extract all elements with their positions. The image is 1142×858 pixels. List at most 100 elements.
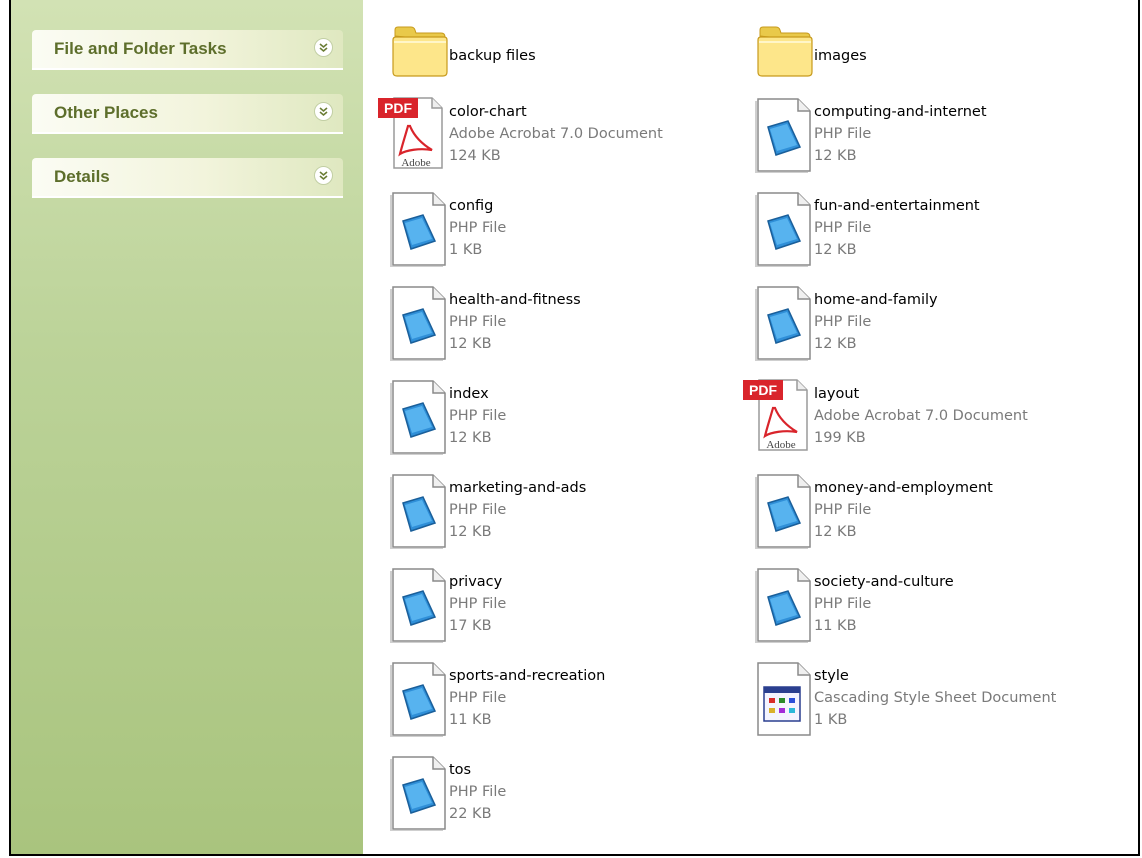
folder-item[interactable]: backup files <box>375 10 745 98</box>
item-text: index PHP File 12 KB <box>449 370 506 458</box>
svg-text:Adobe: Adobe <box>401 157 430 169</box>
php-file-icon <box>375 370 449 458</box>
file-item[interactable]: PDF Adobe color-chart Adobe Acrobat 7.0 D… <box>375 88 745 176</box>
item-text: money-and-employment PHP File 12 KB <box>814 464 993 552</box>
file-item[interactable]: fun-and-entertainment PHP File 12 KB <box>740 182 1110 270</box>
file-item[interactable]: style Cascading Style Sheet Document 1 KB <box>740 652 1110 740</box>
php-file-icon <box>375 182 449 270</box>
item-size: 12 KB <box>814 524 857 540</box>
item-text: sports-and-recreation PHP File 11 KB <box>449 652 605 740</box>
folder-item[interactable]: images <box>740 10 1110 98</box>
folder-icon <box>740 10 814 98</box>
file-item[interactable]: health-and-fitness PHP File 12 KB <box>375 276 745 364</box>
item-size: 12 KB <box>814 242 857 258</box>
item-size: 12 KB <box>814 148 857 164</box>
svg-text:PDF: PDF <box>749 382 777 398</box>
item-type: PHP File <box>814 502 872 518</box>
item-name: society-and-culture <box>814 574 954 590</box>
item-type: PHP File <box>814 314 872 330</box>
item-type: Adobe Acrobat 7.0 Document <box>449 126 663 142</box>
panel-label: File and Folder Tasks <box>54 39 227 58</box>
task-pane: File and Folder Tasks Other Places Detai… <box>11 0 363 854</box>
chevron-down-icon[interactable] <box>314 38 333 57</box>
item-size: 11 KB <box>449 712 492 728</box>
php-file-icon <box>375 276 449 364</box>
file-item[interactable]: money-and-employment PHP File 12 KB <box>740 464 1110 552</box>
item-type: PHP File <box>449 408 507 424</box>
php-file-icon <box>740 182 814 270</box>
php-file-icon <box>740 464 814 552</box>
item-text: health-and-fitness PHP File 12 KB <box>449 276 581 364</box>
item-type: PHP File <box>449 784 507 800</box>
item-type: PHP File <box>449 502 507 518</box>
php-file-icon <box>375 746 449 834</box>
panel-file-and-folder-tasks[interactable]: File and Folder Tasks <box>32 30 343 70</box>
item-size: 11 KB <box>814 618 857 634</box>
chevron-down-icon[interactable] <box>314 166 333 185</box>
item-name: config <box>449 198 494 214</box>
item-size: 1 KB <box>449 242 483 258</box>
item-name: marketing-and-ads <box>449 480 587 496</box>
item-type: PHP File <box>449 314 507 330</box>
item-size: 199 KB <box>814 430 866 446</box>
item-text: config PHP File 1 KB <box>449 182 506 270</box>
file-list: backup files images PDF Adobe color-char… <box>363 0 1138 854</box>
item-text: backup files <box>449 10 536 98</box>
chevron-down-icon[interactable] <box>314 102 333 121</box>
item-text: style Cascading Style Sheet Document 1 KB <box>814 652 1056 740</box>
item-name: index <box>449 386 489 402</box>
item-text: tos PHP File 22 KB <box>449 746 506 834</box>
file-item[interactable]: config PHP File 1 KB <box>375 182 745 270</box>
panel-other-places[interactable]: Other Places <box>32 94 343 134</box>
file-item[interactable]: marketing-and-ads PHP File 12 KB <box>375 464 745 552</box>
php-file-icon <box>375 652 449 740</box>
item-name: fun-and-entertainment <box>814 198 980 214</box>
item-name: images <box>814 48 867 64</box>
item-text: society-and-culture PHP File 11 KB <box>814 558 954 646</box>
item-name: layout <box>814 386 860 402</box>
item-text: color-chart Adobe Acrobat 7.0 Document 124… <box>449 88 663 176</box>
file-item[interactable]: PDF Adobe layout Adobe Acrobat 7.0 Docume… <box>740 370 1110 458</box>
file-item[interactable]: tos PHP File 22 KB <box>375 746 745 834</box>
php-file-icon <box>740 276 814 364</box>
item-size: 12 KB <box>814 336 857 352</box>
php-file-icon <box>375 464 449 552</box>
item-name: privacy <box>449 574 503 590</box>
svg-text:PDF: PDF <box>384 100 412 116</box>
item-text: fun-and-entertainment PHP File 12 KB <box>814 182 980 270</box>
item-size: 12 KB <box>449 336 492 352</box>
item-text: privacy PHP File 17 KB <box>449 558 506 646</box>
file-item[interactable]: home-and-family PHP File 12 KB <box>740 276 1110 364</box>
item-text: home-and-family PHP File 12 KB <box>814 276 938 364</box>
item-text: images <box>814 10 867 98</box>
item-name: computing-and-internet <box>814 104 987 120</box>
item-type: PHP File <box>449 220 507 236</box>
item-name: backup files <box>449 48 536 64</box>
item-name: money-and-employment <box>814 480 993 496</box>
item-type: PHP File <box>814 126 872 142</box>
item-type: PHP File <box>449 690 507 706</box>
item-type: PHP File <box>814 220 872 236</box>
file-item[interactable]: index PHP File 12 KB <box>375 370 745 458</box>
item-name: home-and-family <box>814 292 938 308</box>
svg-text:Adobe: Adobe <box>766 439 795 451</box>
item-size: 12 KB <box>449 430 492 446</box>
pdf-icon: PDF Adobe <box>375 88 449 176</box>
item-type: Cascading Style Sheet Document <box>814 690 1057 706</box>
item-name: health-and-fitness <box>449 292 581 308</box>
item-size: 124 KB <box>449 148 501 164</box>
php-file-icon <box>375 558 449 646</box>
file-item[interactable]: privacy PHP File 17 KB <box>375 558 745 646</box>
item-size: 1 KB <box>814 712 848 728</box>
panel-label: Other Places <box>54 103 158 122</box>
item-name: tos <box>449 762 472 778</box>
panel-details[interactable]: Details <box>32 158 343 198</box>
item-type: PHP File <box>814 596 872 612</box>
file-item[interactable]: computing-and-internet PHP File 12 KB <box>740 88 1110 176</box>
item-size: 22 KB <box>449 806 492 822</box>
item-size: 17 KB <box>449 618 492 634</box>
item-text: marketing-and-ads PHP File 12 KB <box>449 464 586 552</box>
css-file-icon <box>740 652 814 740</box>
file-item[interactable]: society-and-culture PHP File 11 KB <box>740 558 1110 646</box>
file-item[interactable]: sports-and-recreation PHP File 11 KB <box>375 652 745 740</box>
